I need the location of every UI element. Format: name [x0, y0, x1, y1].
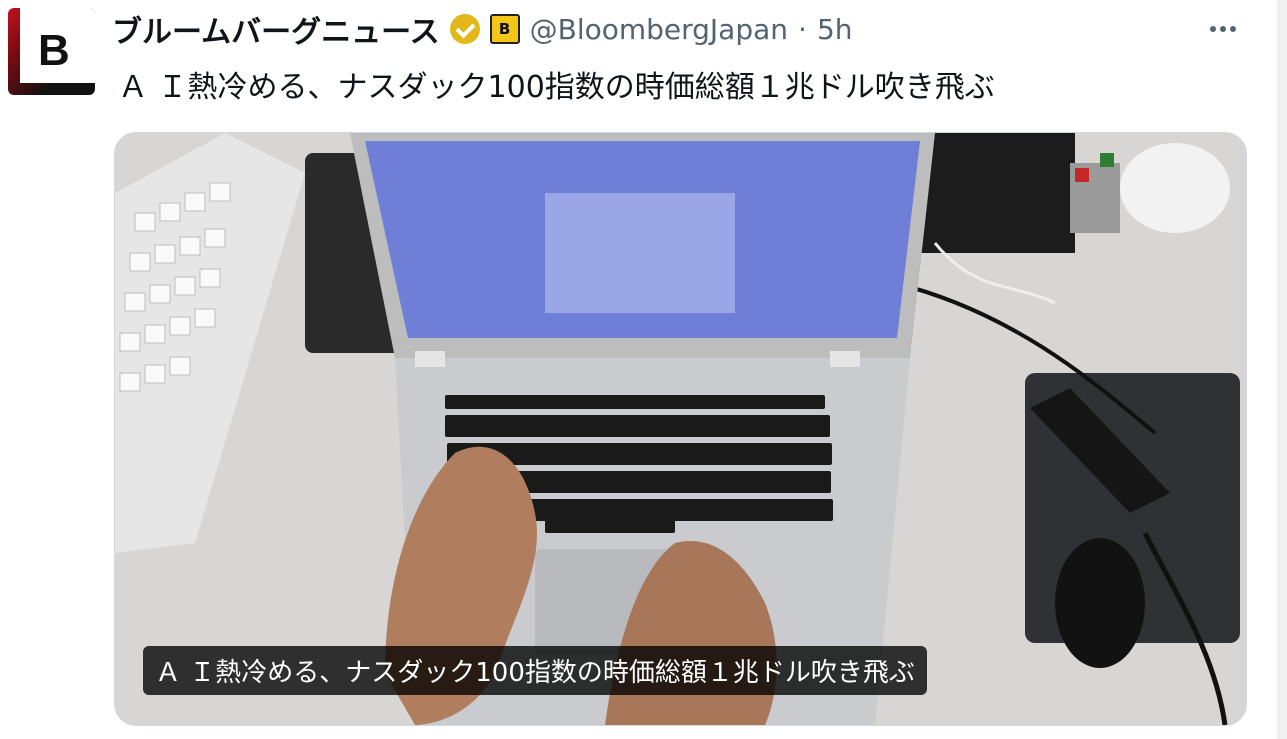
more-dot	[1220, 26, 1226, 32]
verified-badge-icon[interactable]	[449, 14, 480, 44]
tweet-header: ブルームバーグニュース B @BloombergJapan · 5h	[112, 7, 853, 51]
timestamp[interactable]: 5h	[817, 13, 853, 46]
scrollbar[interactable]	[1277, 0, 1287, 739]
more-dot	[1230, 26, 1236, 32]
avatar-letter: B	[38, 26, 70, 75]
tweet-text: Ａ Ｉ熱冷める、ナスダック100指数の時価総額１兆ドル吹き飛ぶ	[118, 70, 995, 105]
laptop-photo	[115, 133, 1246, 725]
display-name[interactable]: ブルームバーグニュース	[112, 7, 440, 51]
separator-dot: ·	[798, 12, 807, 46]
affiliate-badge-icon[interactable]: B	[489, 14, 520, 44]
more-dot	[1210, 26, 1216, 32]
user-handle[interactable]: @BloombergJapan	[530, 13, 788, 46]
avatar[interactable]: B	[8, 8, 95, 95]
media-caption: Ａ Ｉ熱冷める、ナスダック100指数の時価総額１兆ドル吹き飛ぶ	[143, 646, 927, 695]
media-image[interactable]: Ａ Ｉ熱冷める、ナスダック100指数の時価総額１兆ドル吹き飛ぶ	[114, 132, 1247, 726]
more-options-icon[interactable]	[1203, 14, 1243, 44]
